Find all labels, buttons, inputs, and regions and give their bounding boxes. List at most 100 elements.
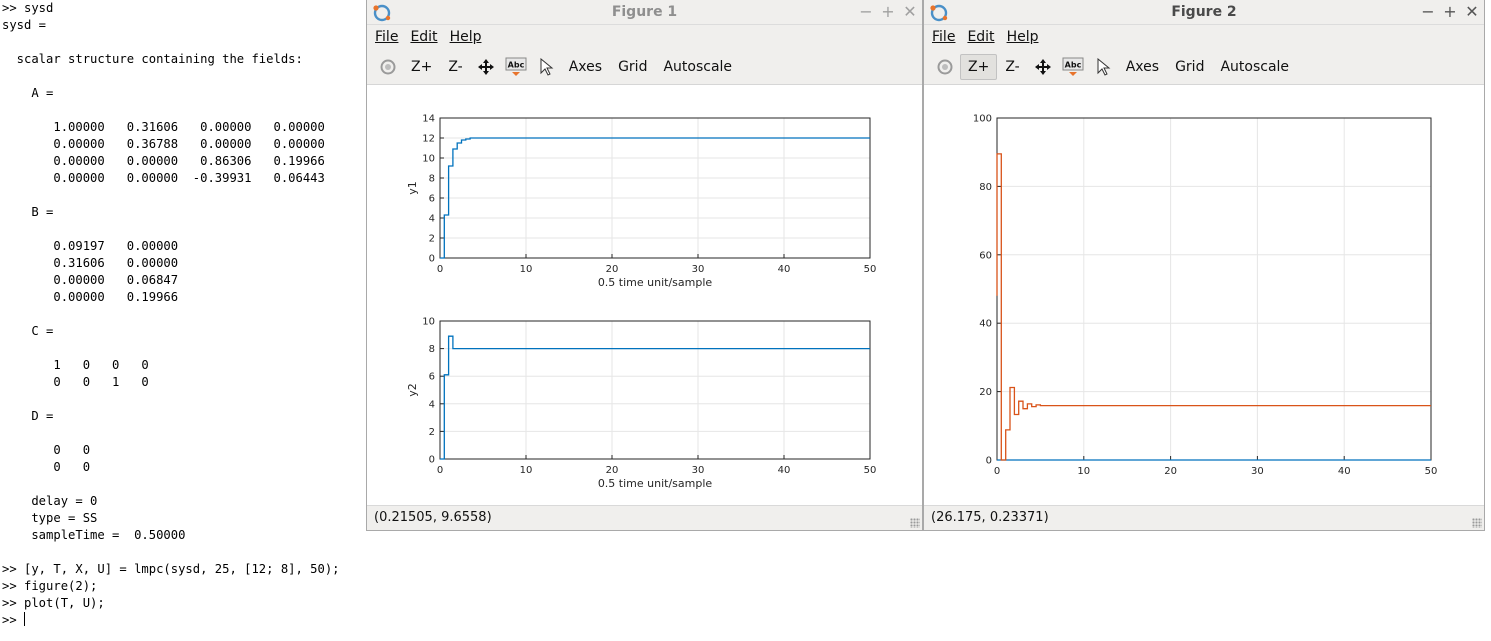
terminal-console[interactable]: >> sysd sysd = scalar structure containin…	[0, 0, 366, 641]
y-tick-label: 40	[979, 319, 992, 330]
figure-2-canvas[interactable]: 0 10 20 30 40 50 0 20 40 60 80 100	[924, 85, 1484, 505]
menu-help[interactable]: Help	[1001, 29, 1045, 45]
terminal-line: B =	[2, 205, 54, 219]
x-axis-label: 0.5 time unit/sample	[598, 477, 713, 490]
x-tick-label: 30	[692, 264, 705, 275]
menu-file[interactable]: File	[926, 29, 961, 45]
y-tick-label: 80	[979, 182, 992, 193]
terminal-line: scalar structure containing the fields:	[2, 52, 303, 66]
axes[interactable]: 0 10 20 30 40 50 0 20 40 60 80 100	[973, 114, 1437, 478]
zoom-out-button[interactable]: Z-	[440, 54, 470, 80]
pan-icon[interactable]	[1028, 54, 1058, 80]
figure-1-titlebar[interactable]: Figure 1 − + ✕	[367, 0, 922, 25]
figure-toolbar: Z+ Z- Abc Axes Grid Autoscale	[924, 49, 1484, 85]
autoscale-button[interactable]: Autoscale	[655, 54, 740, 80]
select-arrow-icon[interactable]	[531, 54, 561, 80]
window-title: Figure 1	[611, 4, 678, 20]
resize-grip-icon[interactable]	[1472, 518, 1482, 528]
axes[interactable]: 0 10 20 30 40 50 0 2 4 6 8 10 0.5 time unit/sample y2	[406, 317, 876, 491]
x-tick-label: 50	[1425, 466, 1438, 477]
axes[interactable]: 0 10 20 30 40 50 0 2 4 6 8 10 12 14 0.5 time unit/samp…	[406, 114, 876, 290]
resize-grip-icon[interactable]	[910, 518, 920, 528]
maximize-icon[interactable]: +	[880, 2, 896, 21]
x-tick-label: 50	[864, 264, 877, 275]
y-tick-label: 2	[429, 234, 435, 245]
grid-button[interactable]: Grid	[1167, 54, 1212, 80]
plot-area[interactable]: 0 10 20 30 40 50 0 2 4 6 8 10 12 14 0.5 time unit/samp…	[367, 85, 922, 505]
terminal-line: 1 0 0 0	[2, 358, 149, 372]
y-tick-label: 4	[429, 399, 435, 410]
y-tick-label: 6	[429, 372, 435, 383]
grid-button[interactable]: Grid	[610, 54, 655, 80]
close-icon[interactable]: ✕	[1464, 2, 1480, 21]
figure-1-canvas[interactable]: 0 10 20 30 40 50024681012140.5 time unit/samp…	[367, 85, 922, 505]
cursor-coordinates: (26.175, 0.23371)	[931, 510, 1049, 525]
cursor-coordinates: (0.21505, 9.6558)	[374, 510, 492, 525]
menubar: File Edit Help	[367, 25, 922, 49]
terminal-line: >> figure(2);	[2, 579, 98, 593]
y-tick-label: 60	[979, 250, 992, 261]
terminal-line: 1.00000 0.31606 0.00000 0.00000	[2, 120, 325, 134]
y-tick-label: 8	[429, 344, 435, 355]
x-tick-label: 10	[520, 264, 533, 275]
axes-box	[439, 117, 871, 259]
zoom-in-button[interactable]: Z+	[403, 54, 440, 80]
figure-2-titlebar[interactable]: Figure 2 − + ✕	[924, 0, 1484, 25]
y-tick-label: 0	[429, 254, 435, 265]
terminal-line: D =	[2, 409, 54, 423]
figure-2-window: Figure 2 − + ✕ File Edit Help Z+ Z- Abc …	[923, 0, 1485, 531]
axes-button[interactable]: Axes	[561, 54, 610, 80]
terminal-line: 0 0 1 0	[2, 375, 149, 389]
y-tick-label: 0	[986, 456, 992, 467]
x-tick-label: 40	[1338, 466, 1351, 477]
terminal-line: 0 0	[2, 443, 91, 457]
minimize-icon[interactable]: −	[1420, 2, 1436, 21]
zoom-out-button[interactable]: Z-	[997, 54, 1027, 80]
x-tick-label: 30	[692, 465, 705, 476]
insert-text-icon[interactable]: Abc	[501, 54, 531, 80]
rotate-icon[interactable]	[930, 54, 960, 80]
maximize-icon[interactable]: +	[1442, 2, 1458, 21]
pan-icon[interactable]	[471, 54, 501, 80]
terminal-prompt: >>	[2, 612, 26, 627]
y-tick-label: 8	[429, 174, 435, 185]
zoom-in-button[interactable]: Z+	[960, 53, 998, 80]
y-tick-label: 0	[429, 455, 435, 466]
menu-edit[interactable]: Edit	[404, 29, 443, 45]
rotate-icon[interactable]	[373, 54, 403, 80]
x-tick-label: 20	[606, 465, 619, 476]
window-title: Figure 2	[1171, 4, 1237, 20]
y-tick-label: 6	[429, 194, 435, 205]
axes-button[interactable]: Axes	[1118, 54, 1167, 80]
y-tick-label: 100	[973, 114, 992, 125]
y-tick-label: 12	[422, 134, 435, 145]
y-tick-label: 10	[422, 154, 435, 165]
terminal-line: 0.00000 0.36788 0.00000 0.00000	[2, 137, 325, 151]
x-tick-label: 10	[1077, 466, 1090, 477]
svg-text:Abc: Abc	[507, 60, 524, 69]
close-icon[interactable]: ✕	[902, 2, 918, 21]
select-arrow-icon[interactable]	[1088, 54, 1118, 80]
menu-edit[interactable]: Edit	[961, 29, 1000, 45]
terminal-line: >> plot(T, U);	[2, 596, 105, 610]
minimize-icon[interactable]: −	[858, 2, 874, 21]
insert-text-icon[interactable]: Abc	[1058, 54, 1088, 80]
terminal-line: 0.00000 0.19966	[2, 290, 179, 304]
figure-toolbar: Z+ Z- Abc Axes Grid Autoscale	[367, 49, 922, 85]
figure-1-window: Figure 1 − + ✕ File Edit Help Z+ Z- Abc …	[366, 0, 923, 531]
menu-help[interactable]: Help	[444, 29, 488, 45]
text-cursor	[24, 612, 26, 626]
terminal-line: >> sysd	[2, 1, 54, 15]
plot-area[interactable]: 0 10 20 30 40 50 0 20 40 60 80 100	[924, 85, 1484, 505]
terminal-line: delay = 0	[2, 494, 98, 508]
menu-file[interactable]: File	[369, 29, 404, 45]
autoscale-button[interactable]: Autoscale	[1212, 54, 1297, 80]
